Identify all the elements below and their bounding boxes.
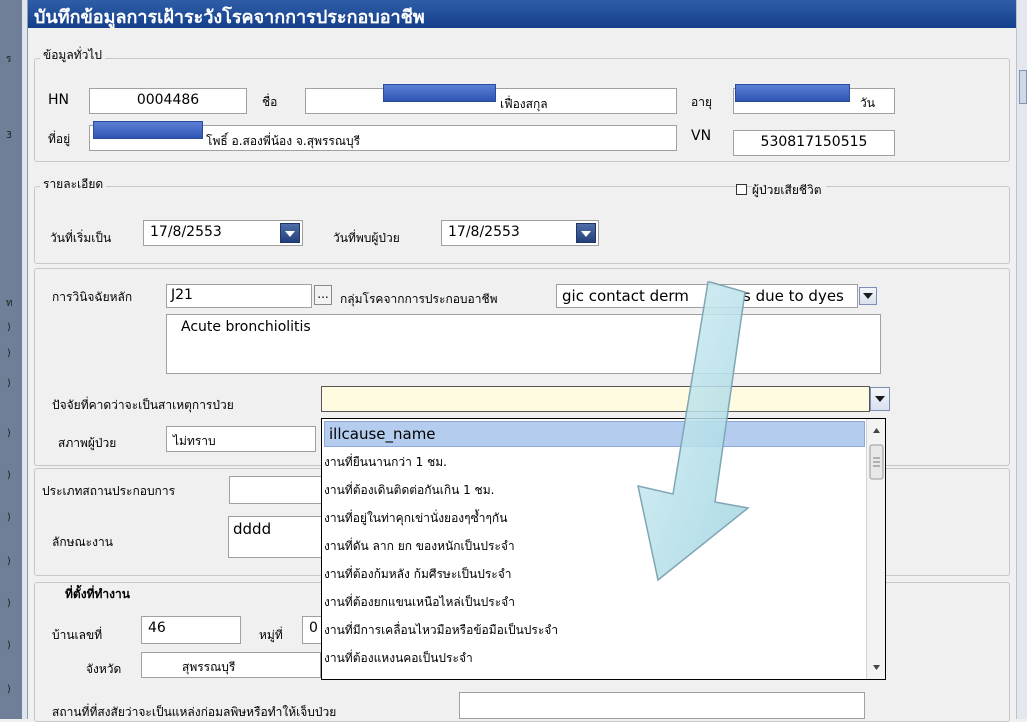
dropdown-option[interactable]: งานที่ต้องแหงนคอเป็นประจำ <box>324 643 473 671</box>
job-description-field[interactable]: dddd <box>228 516 324 558</box>
left-strip-mark: ) <box>6 640 13 651</box>
chevron-down-icon <box>875 396 885 402</box>
main-diagnosis-label: การวินิจฉัยหลัก <box>52 290 133 304</box>
chevron-down-icon <box>863 293 873 299</box>
redaction-bar <box>735 84 850 102</box>
details-legend: รายละเอียด <box>40 175 107 194</box>
province-field[interactable]: สุพรรณบุรี <box>141 652 321 678</box>
name-label: ชื่อ <box>262 95 278 109</box>
onset-date-value: 17/8/2553 <box>150 224 222 240</box>
right-window-edge <box>1016 0 1027 719</box>
age-label: อายุ <box>691 95 712 109</box>
occupational-group-field[interactable]: gic contact derm s due to dyes <box>556 284 858 308</box>
dropdown-option[interactable]: งานที่ดัน ลาก ยก ของหนักเป็นประจำ <box>324 531 515 559</box>
left-strip-mark: ) <box>6 470 13 481</box>
left-strip-mark: ร <box>6 54 12 65</box>
left-strip-mark: ) <box>6 556 13 567</box>
found-date-label: วันที่พบผู้ป่วย <box>333 231 400 245</box>
dropdown-column-header: illcause_name <box>324 421 865 447</box>
dropdown-option[interactable]: งานที่ยืนนานกว่า 1 ชม. <box>324 447 447 475</box>
left-strip-mark: ) <box>6 348 13 359</box>
deceased-checkbox[interactable] <box>736 184 747 195</box>
dropdown-option[interactable]: งานที่ต้องยกแขนเหนือไหล่เป็นประจำ <box>324 587 515 615</box>
redaction-bar <box>93 121 203 139</box>
province-label: จังหวัด <box>86 662 122 676</box>
suspect-location-field[interactable] <box>459 692 865 719</box>
onset-date-field[interactable]: 17/8/2553 <box>143 220 303 246</box>
workplace-type-field[interactable] <box>229 476 324 504</box>
diagnosis-description-field[interactable]: Acute bronchiolitis <box>166 314 881 374</box>
chevron-down-icon <box>581 231 591 237</box>
vn-label: VN <box>691 128 712 144</box>
left-strip-mark: ) <box>6 598 13 609</box>
window-title: บันทึกข้อมูลการเฝ้าระวังโรคจากการประกอบอ… <box>34 7 425 28</box>
dropdown-option[interactable]: งานที่อยู่ในท่าคุกเข่านั่งยองๆซ้ำๆกัน <box>324 503 507 531</box>
vn-field[interactable]: 530817150515 <box>733 130 895 156</box>
onset-date-dropdown-button[interactable] <box>280 223 300 243</box>
scroll-up-icon[interactable] <box>873 428 880 433</box>
cause-dropdown-list[interactable]: illcause_name งานที่ยืนนานกว่า 1 ชม. งาน… <box>321 418 886 680</box>
occupational-group-label: กลุ่มโรคจากการประกอบอาชีพ <box>340 292 498 306</box>
found-date-value: 17/8/2553 <box>448 224 520 240</box>
workplace-type-label: ประเภทสถานประกอบการ <box>42 484 176 498</box>
age-unit: วัน <box>860 96 875 110</box>
left-strip-mark: ท <box>6 298 13 309</box>
redaction-bar <box>383 84 496 102</box>
left-strip-mark: ) <box>6 684 13 695</box>
cause-label: ปัจจัยที่คาดว่าจะเป็นสาเหตุการป่วย <box>52 398 234 412</box>
onset-date-label: วันที่เริ่มเป็น <box>50 231 112 245</box>
deceased-label: ผู้ป่วยเสียชีวิต <box>752 181 826 200</box>
dropdown-option[interactable]: งานที่มีการเคลื่อนไหวมือหรือข้อมือเป็นปร… <box>324 615 558 643</box>
address-value: โพธิ์ อ.สองพี่น้อง จ.สุพรรณบุรี <box>206 134 361 148</box>
patient-status-label: สภาพผู้ป่วย <box>58 436 117 450</box>
suspect-location-label: สถานที่ที่สงสัยว่าจะเป็นแหล่งก่อมลพิษหรื… <box>52 705 337 719</box>
left-strip-mark: ) <box>6 428 13 439</box>
chevron-down-icon <box>285 231 295 237</box>
cause-field[interactable] <box>321 386 870 412</box>
dropdown-option[interactable]: งานที่ต้องเดินติดต่อกันเกิน 1 ชม. <box>324 475 494 503</box>
diagnosis-lookup-button[interactable]: ... <box>314 285 332 305</box>
left-strip-mark: ) <box>6 322 13 333</box>
patient-status-field[interactable]: ไม่ทราบ <box>166 426 316 452</box>
main-diagnosis-code-field[interactable]: J21 <box>166 284 312 308</box>
general-info-legend: ข้อมูลทั่วไป <box>40 46 105 65</box>
occupational-group-value-tail: s due to dyes <box>743 287 844 305</box>
left-strip-mark: 3 <box>6 130 13 141</box>
workplace-location-legend: ที่ตั้งที่ทำงาน <box>62 585 133 604</box>
scrollbar-graphics <box>869 428 884 670</box>
left-background-window <box>0 0 22 719</box>
occupational-group-dropdown-button[interactable] <box>859 287 877 305</box>
left-strip-mark: ) <box>6 512 13 523</box>
left-strip-mark: ) <box>6 378 13 389</box>
job-description-label: ลักษณะงาน <box>52 535 113 549</box>
left-window-edge <box>22 0 28 719</box>
right-edge-button[interactable] <box>1019 70 1027 104</box>
scroll-down-icon[interactable] <box>873 665 880 670</box>
dropdown-option[interactable]: งานที่ต้องก้มหลัง ก้มศีรษะเป็นประจำ <box>324 559 511 587</box>
address-label: ที่อยู่ <box>48 132 71 146</box>
occupational-group-value: gic contact derm <box>562 287 689 305</box>
cause-dropdown-button[interactable] <box>870 387 890 411</box>
house-number-field[interactable]: 46 <box>141 616 241 644</box>
hn-field[interactable]: 0004486 <box>89 88 247 114</box>
dropdown-scrollbar[interactable] <box>866 419 885 679</box>
found-date-dropdown-button[interactable] <box>576 223 596 243</box>
hn-label: HN <box>48 92 69 108</box>
name-value: เฟื่องสกุล <box>500 97 548 111</box>
house-number-label: บ้านเลขที่ <box>52 628 103 642</box>
moo-label: หมู่ที่ <box>259 628 283 642</box>
